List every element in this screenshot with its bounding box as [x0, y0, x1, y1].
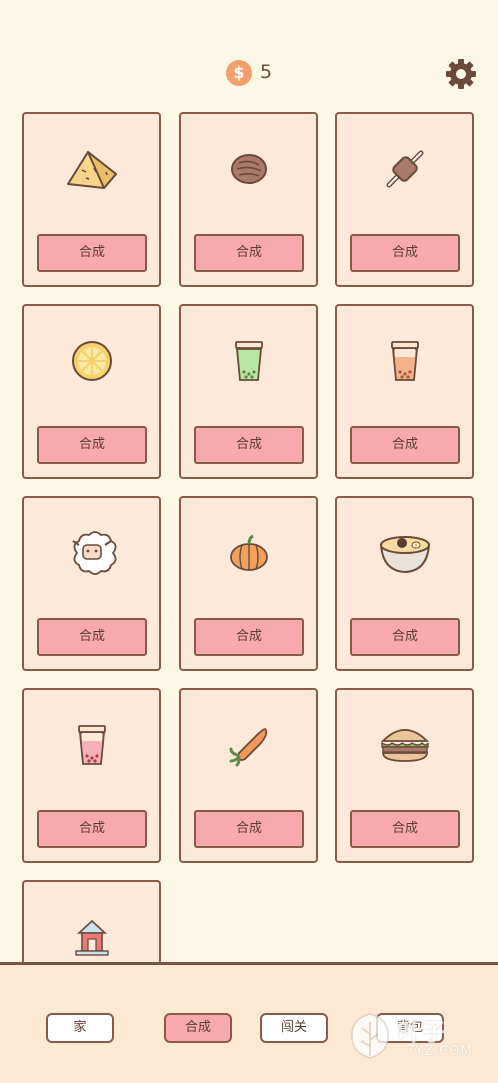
craft-button[interactable]: 合成	[37, 810, 147, 848]
sandwich-icon	[380, 729, 429, 762]
strawberry-bubble-tea-icon	[77, 725, 106, 765]
item-card[interactable]: 合成	[335, 112, 474, 287]
tab-craft[interactable]: 合成	[164, 1013, 232, 1043]
watermark-subtext: 7YZ.COM	[406, 1044, 473, 1059]
meat-skewer-icon	[386, 150, 423, 188]
leaf-logo-icon	[351, 1013, 389, 1059]
craft-button[interactable]: 合成	[194, 426, 304, 464]
pumpkin-icon	[229, 534, 268, 571]
craft-button[interactable]: 合成	[350, 426, 460, 464]
item-card[interactable]: 合成	[179, 496, 318, 671]
item-card[interactable]: 合成	[22, 496, 161, 671]
coin-count: 5	[260, 61, 273, 83]
craft-button[interactable]: 合成	[194, 234, 304, 272]
craft-button[interactable]: 合成	[37, 234, 147, 272]
craft-button[interactable]: 合成	[194, 810, 304, 848]
craft-button[interactable]: 合成	[350, 810, 460, 848]
item-card[interactable]: 合成	[179, 304, 318, 479]
sheep-icon	[71, 531, 116, 575]
carrot-icon	[229, 728, 267, 767]
item-card[interactable]: 合成	[179, 688, 318, 863]
ramen-bowl-icon	[379, 536, 430, 574]
cheese-wedge-icon	[66, 151, 117, 189]
item-card[interactable]: 合成	[22, 688, 161, 863]
item-card[interactable]: 合成	[22, 304, 161, 479]
top-bar: $ 5	[0, 0, 498, 110]
orange-bubble-tea-icon	[390, 341, 419, 381]
item-card[interactable]: 合成	[335, 304, 474, 479]
steak-icon	[230, 154, 267, 184]
gear-icon[interactable]	[444, 57, 478, 91]
tab-levels[interactable]: 闯关	[260, 1013, 328, 1043]
item-card[interactable]: 合成	[22, 112, 161, 287]
watermark-text: 叶子	[398, 1018, 446, 1046]
item-card[interactable]: 合成	[335, 496, 474, 671]
item-card[interactable]: 合成	[179, 112, 318, 287]
house-icon	[74, 919, 109, 956]
craft-button[interactable]: 合成	[350, 234, 460, 272]
craft-button[interactable]: 合成	[37, 426, 147, 464]
matcha-bubble-tea-icon	[234, 341, 263, 381]
coin-icon: $	[226, 60, 252, 86]
tab-home[interactable]: 家	[46, 1013, 114, 1043]
item-card[interactable]: 合成	[335, 688, 474, 863]
lemon-slice-icon	[71, 341, 112, 381]
craft-button[interactable]: 合成	[194, 618, 304, 656]
watermark: 叶子 7YZ.COM	[346, 1006, 492, 1068]
craft-button[interactable]: 合成	[37, 618, 147, 656]
craft-button[interactable]: 合成	[350, 618, 460, 656]
